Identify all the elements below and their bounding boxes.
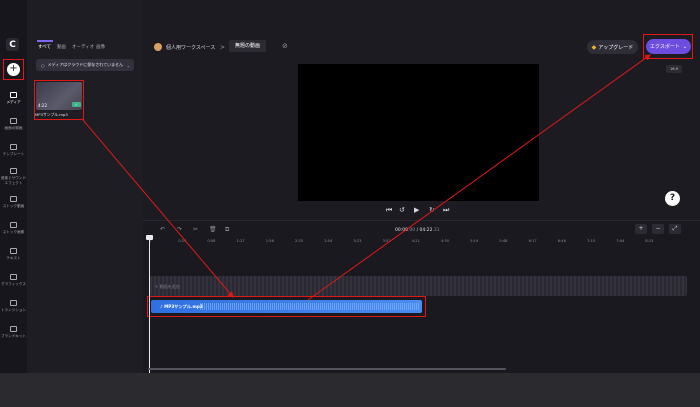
zoom-out-button[interactable]: − [652, 224, 664, 234]
tab-images[interactable]: 画像 [96, 44, 105, 50]
tick-label: 7:15 [587, 239, 596, 243]
tick-label: 6:17 [528, 239, 537, 243]
timeline-scrollbar[interactable] [148, 368, 506, 370]
cloud-icon: ○ [41, 62, 45, 68]
tab-audio[interactable]: オーディオ [72, 44, 94, 50]
export-button[interactable]: エクスポート ⌄ [646, 39, 691, 54]
shapes-icon [10, 274, 17, 280]
music-icon [10, 168, 17, 174]
tick-label: 2:54 [324, 239, 333, 243]
audio-clip-label: ♪ MP3サンプル.mp3 [160, 304, 203, 309]
tick-label: 4:50 [441, 239, 450, 243]
tick-label: 2:25 [295, 239, 304, 243]
rail-item-brand-kit[interactable]: ブランドキット [0, 326, 27, 339]
left-rail [0, 0, 27, 373]
skip-forward-icon[interactable]: ⏭ [443, 206, 449, 215]
grid-icon [10, 144, 17, 150]
preview-canvas[interactable] [298, 64, 539, 201]
rewind-5-icon[interactable]: ↺ [399, 206, 405, 214]
rail-item-record[interactable]: 画面の録画 [0, 118, 27, 131]
playhead[interactable] [149, 236, 150, 373]
tick-label: 6:46 [557, 239, 566, 243]
chevron-down-icon: ⌄ [682, 43, 688, 50]
brand-icon [10, 326, 17, 332]
split-icon[interactable]: ✂ [193, 226, 198, 233]
undo-icon[interactable]: ↶ [160, 226, 165, 233]
camera-icon [10, 118, 17, 124]
aspect-ratio-badge[interactable]: 16:9 [666, 65, 682, 73]
tick-label: 3:52 [382, 239, 391, 243]
tick-label: 5:19 [470, 239, 479, 243]
rail-item-templates[interactable]: テンプレート [0, 144, 27, 157]
tick-label: 8:13 [645, 239, 654, 243]
rail-item-media[interactable]: メディア [0, 92, 27, 105]
add-media-button[interactable]: + [7, 63, 20, 76]
fit-timeline-button[interactable]: ⤢ [669, 224, 681, 234]
tick-label: 7:44 [616, 239, 625, 243]
duplicate-icon[interactable]: ⧉ [225, 226, 229, 234]
tick-label: 1:56 [265, 239, 274, 243]
rail-item-graphics[interactable]: グラフィックス [0, 274, 27, 287]
tick-label: 5:48 [499, 239, 508, 243]
active-tab-indicator [37, 40, 53, 42]
play-icon[interactable]: ▶ [414, 206, 419, 214]
audio-waveform [200, 303, 420, 310]
playhead-handle[interactable] [146, 235, 153, 240]
tab-video[interactable]: 動画 [57, 44, 66, 50]
added-check-icon: ✓ [72, 102, 81, 107]
tick-label: 0:58 [207, 239, 216, 243]
rail-item-stock-video[interactable]: ストック動画 [0, 196, 27, 209]
redo-icon[interactable]: ↷ [177, 226, 182, 233]
tick-label: 1:27 [236, 239, 245, 243]
help-button[interactable]: ? [665, 191, 680, 206]
video-track-placeholder: + 動画を追加 [155, 284, 180, 289]
transition-icon [10, 300, 17, 306]
tab-all[interactable]: すべて [38, 44, 51, 50]
video-track[interactable] [150, 276, 687, 296]
media-filename: MP3サンプル.mp3 [35, 112, 68, 117]
image-icon [10, 222, 17, 228]
project-title[interactable]: 無題の動画 [229, 40, 266, 52]
cloud-off-icon[interactable]: ⊘ [282, 42, 291, 50]
chevron-down-icon: ⌄ [126, 62, 130, 68]
tick-label: 3:23 [353, 239, 362, 243]
media-panel [27, 0, 143, 373]
avatar[interactable] [154, 43, 162, 51]
cloud-upload-notice[interactable]: ○ メディアはクラウドに保存されていません ⌄ [36, 59, 134, 71]
zoom-in-button[interactable]: + [635, 224, 647, 234]
rail-item-stock-image[interactable]: ストック画像 [0, 222, 27, 235]
text-icon [10, 248, 17, 254]
forward-5-icon[interactable]: ↻ [429, 206, 435, 214]
film-icon [10, 196, 17, 202]
upgrade-button[interactable]: ◆ アップグレード [587, 40, 638, 54]
bottom-strip [0, 373, 700, 407]
rail-item-text[interactable]: テキスト [0, 248, 27, 261]
rail-item-music[interactable]: 音楽とサウンドエフェクト [0, 168, 27, 186]
app-logo[interactable]: C [6, 38, 19, 51]
time-readout: 00:00.00 / 04:22.31 [395, 228, 440, 233]
timeline-ruler[interactable]: 0 0:29 0:58 1:27 1:56 2:25 2:54 3:23 3:52 4:21 4:5… [143, 236, 700, 245]
workspace-name[interactable]: 個人用ワークスペース [166, 44, 215, 51]
tick-label: 0:29 [178, 239, 187, 243]
rail-item-transitions[interactable]: トランジション [0, 300, 27, 313]
folder-icon [10, 92, 17, 98]
breadcrumb-separator: > [220, 44, 226, 51]
media-duration: 4:22 [38, 103, 47, 108]
skip-back-icon[interactable]: ⏮ [386, 206, 392, 215]
tick-label: 4:21 [411, 239, 420, 243]
delete-icon[interactable]: 🗑 [209, 226, 217, 233]
gem-icon: ◆ [591, 43, 597, 51]
